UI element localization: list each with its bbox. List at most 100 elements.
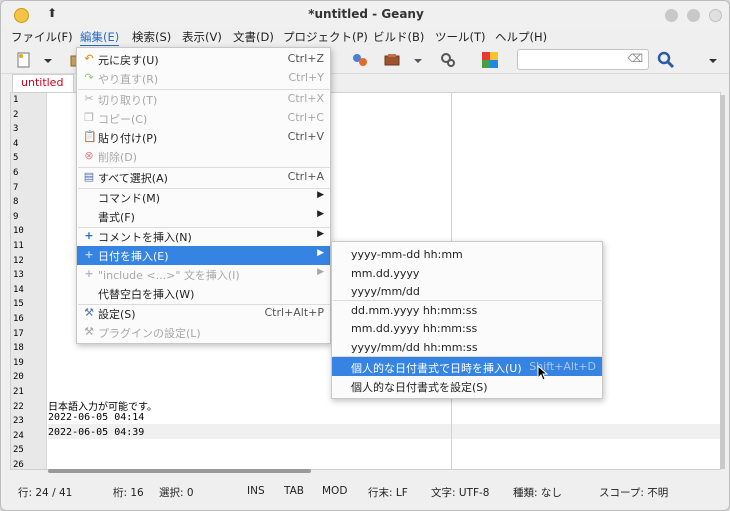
line-number: 3 bbox=[13, 124, 19, 135]
line-number: 1 bbox=[13, 95, 19, 105]
submenu-arrow-icon: ▶ bbox=[317, 267, 324, 277]
code-line-24: 2022-06-05 04:39 bbox=[48, 427, 145, 438]
set-custom-date-format-item[interactable]: 個人的な日付書式を設定(S) bbox=[332, 376, 602, 395]
menu-item-undo[interactable]: ↶ 元に戻す(U) Ctrl+Z bbox=[77, 50, 330, 69]
run-gears-icon[interactable] bbox=[439, 51, 457, 69]
menu-item-delete[interactable]: ⊗ 削除(D) bbox=[77, 147, 330, 166]
menu-build[interactable]: ビルド(B) bbox=[373, 29, 424, 45]
tab-label: untitled bbox=[21, 76, 64, 89]
menu-project[interactable]: プロジェクト(P) bbox=[283, 29, 368, 45]
add-icon: + bbox=[84, 248, 94, 261]
submenu-arrow-icon: ▶ bbox=[317, 190, 324, 200]
date-format-item[interactable]: mm.dd.yyyy hh:mm:ss bbox=[332, 319, 602, 338]
insert-date-submenu: yyyy-mm-dd hh:mm mm.dd.yyyy yyyy/mm/dd d… bbox=[331, 241, 603, 399]
plugin-preferences-icon: ⚒ bbox=[84, 325, 94, 338]
status-bar: 行: 24 / 41 桁: 16 選択: 0 INS TAB MOD 行末: L… bbox=[1, 481, 729, 503]
menu-item-format[interactable]: 書式(F) ▶ bbox=[77, 207, 330, 226]
date-format-item[interactable]: yyyy/mm/dd bbox=[332, 282, 602, 301]
redo-icon: ↷ bbox=[84, 71, 94, 84]
toolbar-overflow-icon[interactable] bbox=[707, 51, 719, 69]
line-number: 10 bbox=[13, 226, 24, 237]
menu-bar: ファイル(F) 編集(E) 検索(S) 表示(V) 文書(D) プロジェクト(P… bbox=[1, 27, 729, 47]
line-number: 19 bbox=[13, 357, 24, 368]
menu-item-paste[interactable]: 📋 貼り付け(P) Ctrl+V bbox=[77, 128, 330, 147]
menu-item-insert-include[interactable]: + "include <...>" 文を挿入(I) ▶ bbox=[77, 265, 330, 284]
menu-item-insert-comment[interactable]: + コメントを挿入(N) ▶ bbox=[77, 227, 330, 246]
clear-search-icon[interactable]: ⌫ bbox=[627, 52, 643, 65]
menu-item-redo[interactable]: ↷ やり直す(R) Ctrl+Y bbox=[77, 69, 330, 88]
line-number: 7 bbox=[13, 182, 19, 193]
line-number: 13 bbox=[13, 270, 24, 281]
edit-menu-dropdown: ↶ 元に戻す(U) Ctrl+Z ↷ やり直す(R) Ctrl+Y ✂ 切り取り… bbox=[76, 47, 331, 344]
tab-untitled[interactable]: untitled bbox=[12, 74, 74, 92]
code-line-22: 日本語入力が可能です。 bbox=[48, 402, 157, 413]
date-format-item[interactable]: dd.mm.yyyy hh:mm:ss bbox=[332, 301, 602, 320]
line-number-gutter: 1 2 3 4 5 6 7 8 9 10 11 12 13 14 15 16 17 18 19 20 21 22 23 24 2… bbox=[11, 93, 47, 470]
status-tab: TAB bbox=[284, 485, 304, 497]
build-dropdown-icon[interactable] bbox=[413, 51, 423, 69]
status-encoding: 文字: UTF-8 bbox=[431, 487, 490, 499]
line-number: 6 bbox=[13, 168, 19, 178]
horizontal-scrollbar[interactable] bbox=[48, 469, 311, 473]
paste-icon: 📋 bbox=[83, 130, 97, 143]
line-number: 16 bbox=[13, 314, 24, 324]
status-line: 行: 24 / 41 bbox=[18, 487, 73, 499]
status-mod: MOD bbox=[322, 485, 348, 497]
insert-custom-date-item[interactable]: 個人的な日付書式で日時を挿入(U) Shift+Alt+D bbox=[332, 357, 602, 376]
menu-item-insert-date[interactable]: + 日付を挿入(E) ▶ bbox=[77, 246, 330, 265]
menu-item-insert-alt-whitespace[interactable]: 代替空白を挿入(W) bbox=[77, 284, 330, 303]
line-number: 17 bbox=[13, 328, 24, 339]
vertical-scrollbar[interactable] bbox=[720, 95, 725, 469]
cut-icon: ✂ bbox=[84, 92, 94, 105]
new-file-icon[interactable] bbox=[15, 51, 33, 69]
menu-item-select-all[interactable]: ▤ すべて選択(A) Ctrl+A bbox=[77, 168, 330, 187]
minimize-button[interactable] bbox=[665, 9, 678, 22]
line-number: 25 bbox=[13, 445, 24, 456]
select-all-icon: ▤ bbox=[83, 170, 95, 183]
line-number: 2 bbox=[13, 109, 19, 120]
status-column: 桁: 16 bbox=[113, 487, 144, 499]
line-number: 12 bbox=[13, 255, 24, 266]
date-format-item[interactable]: yyyy/mm/dd hh:mm:ss bbox=[332, 338, 602, 357]
color-chooser-icon[interactable] bbox=[481, 51, 499, 69]
preferences-icon: ⚒ bbox=[84, 306, 94, 319]
current-line-highlight bbox=[48, 424, 720, 439]
undo-icon: ↶ bbox=[84, 52, 94, 65]
line-number: 22 bbox=[13, 401, 24, 412]
menu-item-commands[interactable]: コマンド(M) ▶ bbox=[77, 188, 330, 207]
geany-window: ⬆ *untitled - Geany ファイル(F) 編集(E) 検索(S) … bbox=[0, 0, 730, 511]
search-icon[interactable] bbox=[657, 51, 675, 69]
menu-item-cut[interactable]: ✂ 切り取り(T) Ctrl+X bbox=[77, 90, 330, 109]
date-format-item[interactable]: yyyy-mm-dd hh:mm bbox=[332, 245, 602, 264]
line-number: 9 bbox=[13, 211, 19, 222]
date-format-item[interactable]: mm.dd.yyyy bbox=[332, 264, 602, 283]
menu-document[interactable]: 文書(D) bbox=[233, 29, 274, 45]
mouse-pointer-icon bbox=[537, 365, 549, 381]
menu-help[interactable]: ヘルプ(H) bbox=[495, 29, 547, 45]
line-number: 15 bbox=[13, 299, 24, 310]
menu-view[interactable]: 表示(V) bbox=[182, 29, 222, 45]
build-icon[interactable] bbox=[383, 51, 401, 69]
menu-item-preferences[interactable]: ⚒ 設定(S) Ctrl+Alt+P bbox=[77, 304, 330, 323]
line-number: 14 bbox=[13, 284, 24, 295]
status-selection: 選択: 0 bbox=[159, 487, 194, 499]
compile-icon[interactable] bbox=[351, 51, 369, 69]
status-eol: 行末: LF bbox=[368, 487, 408, 499]
line-number: 5 bbox=[13, 153, 19, 164]
menu-item-copy[interactable]: ❐ コピー(C) Ctrl+C bbox=[77, 109, 330, 128]
menu-edit[interactable]: 編集(E) bbox=[80, 29, 120, 47]
line-number: 20 bbox=[13, 372, 24, 383]
line-number: 26 bbox=[13, 460, 24, 470]
new-file-dropdown-icon[interactable] bbox=[43, 51, 53, 69]
menu-item-plugin-preferences[interactable]: ⚒ プラグインの設定(L) bbox=[77, 323, 330, 342]
code-line-23: 2022-06-05 04:14 bbox=[48, 412, 145, 423]
search-input[interactable]: ⌫ bbox=[517, 49, 649, 70]
menu-file[interactable]: ファイル(F) bbox=[11, 29, 73, 45]
close-button[interactable] bbox=[709, 9, 722, 22]
maximize-button[interactable] bbox=[687, 9, 700, 22]
submenu-arrow-icon: ▶ bbox=[317, 248, 324, 258]
menu-search[interactable]: 検索(S) bbox=[132, 29, 171, 45]
menu-tools[interactable]: ツール(T) bbox=[435, 29, 486, 45]
line-number: 4 bbox=[13, 138, 19, 149]
status-filetype: 種類: なし bbox=[513, 487, 562, 499]
